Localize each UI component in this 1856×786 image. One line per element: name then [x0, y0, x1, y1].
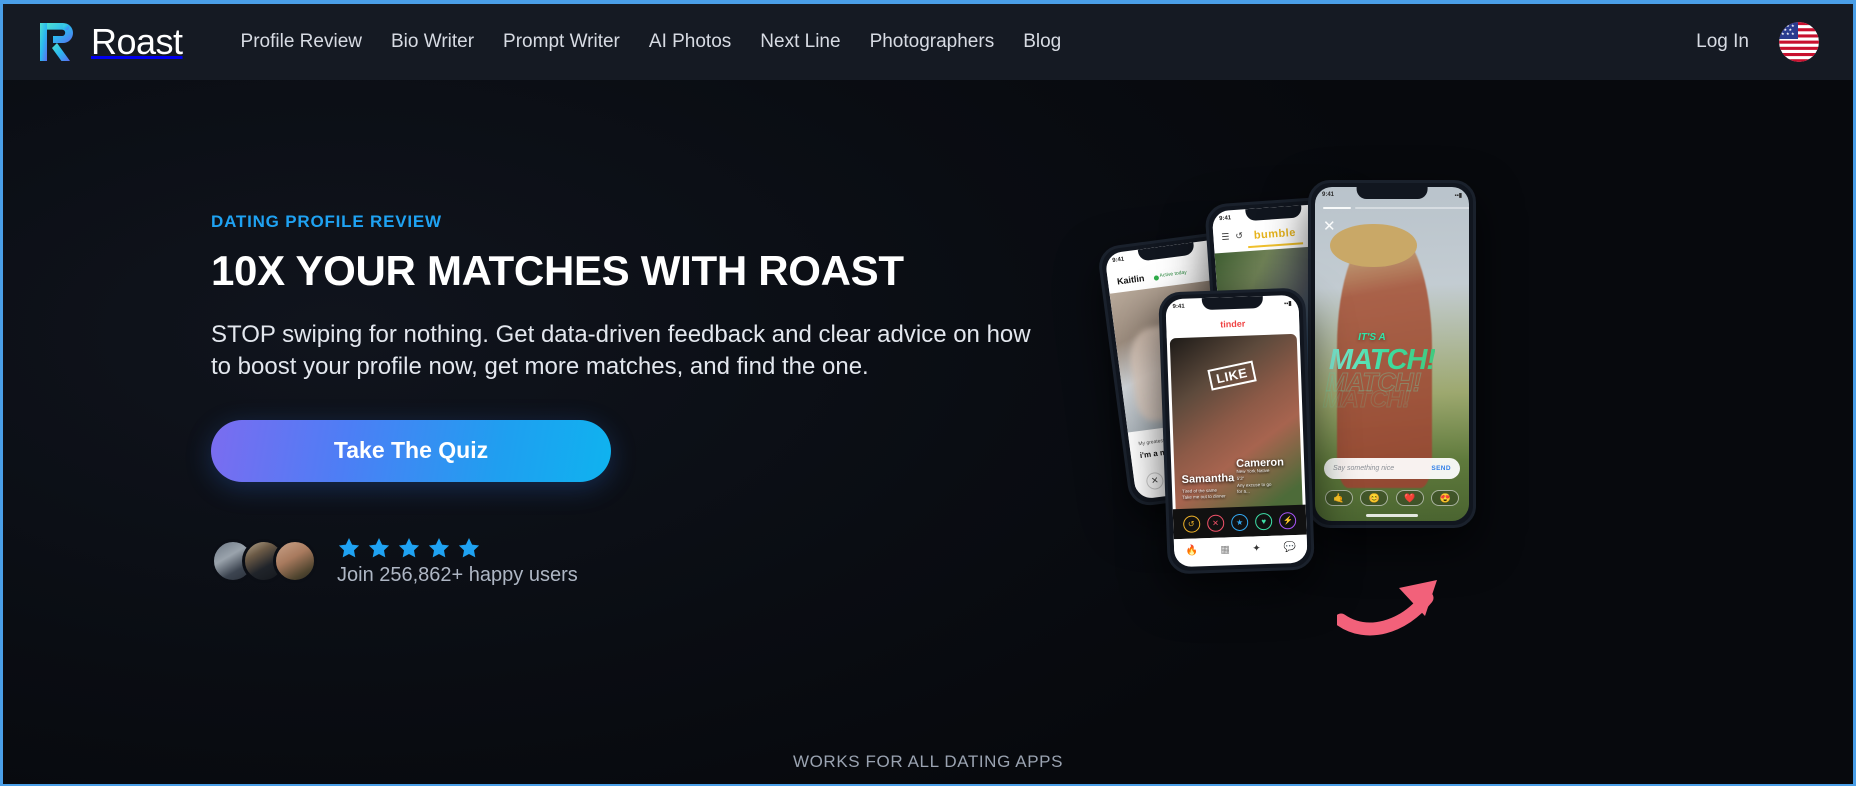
- sparkle-icon[interactable]: ✦: [1252, 543, 1261, 554]
- login-button[interactable]: Log In: [1696, 31, 1749, 53]
- nav-link-next-line[interactable]: Next Line: [760, 31, 840, 53]
- nav-link-profile-review[interactable]: Profile Review: [241, 31, 362, 53]
- brand-name: Roast: [91, 21, 183, 62]
- phone-mockups: 9:41▪▪▮ Kaitlin Active today My greatest…: [1096, 180, 1476, 610]
- tinder-profile-meta: Tired of the same Take me out to dinner: [1181, 487, 1226, 501]
- status-time: 9:41: [1322, 192, 1335, 198]
- online-dot-icon: [1153, 274, 1160, 281]
- superlike-icon[interactable]: ★: [1230, 513, 1249, 531]
- tinder-logo: tinder: [1220, 318, 1246, 330]
- avatar-group: [211, 539, 317, 584]
- reaction-icon[interactable]: ❤️: [1395, 490, 1424, 506]
- svg-text:★: ★: [1781, 31, 1785, 36]
- like-stamp: LIKE: [1207, 360, 1257, 391]
- hero-copy: DATING PROFILE REVIEW 10X YOUR MATCHES W…: [211, 212, 1051, 587]
- hero-section: DATING PROFILE REVIEW 10X YOUR MATCHES W…: [3, 80, 1853, 784]
- flame-icon[interactable]: 🔥: [1185, 545, 1198, 556]
- nav-link-photographers[interactable]: Photographers: [870, 31, 995, 53]
- message-input-placeholder: Say something nice: [1333, 465, 1395, 472]
- explore-icon[interactable]: ▦: [1220, 544, 1230, 555]
- menu-icon[interactable]: ☰: [1221, 231, 1230, 243]
- tinder-profile-meta: New York Native 5'3" Any excuse to go fo…: [1236, 467, 1272, 495]
- boost-icon[interactable]: ⚡: [1279, 511, 1297, 530]
- take-the-quiz-button[interactable]: Take The Quiz: [211, 419, 611, 482]
- nav-link-bio-writer[interactable]: Bio Writer: [391, 31, 474, 53]
- hero-subcopy: STOP swiping for nothing. Get data-drive…: [211, 321, 1031, 381]
- top-navigation-bar: Roast Profile Review Bio Writer Prompt W…: [3, 4, 1853, 80]
- close-icon[interactable]: ✕: [1323, 217, 1336, 235]
- star-icon: [428, 537, 450, 558]
- match-label: MATCH!: [1328, 343, 1436, 376]
- avatar: [273, 539, 317, 584]
- hero-eyebrow: DATING PROFILE REVIEW: [211, 212, 442, 231]
- rating-block: Join 256,862+ happy users: [337, 536, 578, 587]
- message-input-row[interactable]: Say something nice SEND: [1324, 458, 1460, 479]
- phone-mockup-tinder: 9:41 ▪▪▮ tinder LIKE Cameron New York Nat…: [1158, 287, 1315, 575]
- reaction-icon[interactable]: 😊: [1360, 490, 1389, 506]
- svg-text:★: ★: [1781, 23, 1785, 28]
- us-flag-icon[interactable]: ★ ★ ★ ★ ★ ★ ★ ★: [1779, 22, 1819, 62]
- star-icon: [398, 537, 420, 558]
- tinder-profile-name: Samantha: [1181, 472, 1235, 486]
- works-for-all-dating-apps-note: WORKS FOR ALL DATING APPS: [792, 752, 1064, 771]
- star-icon: [338, 537, 360, 558]
- reaction-icon[interactable]: 🤙: [1324, 490, 1353, 506]
- phone-mockup-match: 9:41 ▪▪▮ ✕ MATCH! MATCH! IT'S A MATCH! Sa…: [1308, 180, 1476, 528]
- roast-r-logo-icon: [40, 23, 73, 61]
- star-icon: [458, 537, 480, 558]
- bumble-logo: bumble: [1253, 226, 1297, 242]
- nav-links: Profile Review Bio Writer Prompt Writer …: [241, 31, 1062, 53]
- reaction-row: 🤙 😊 ❤️ 😍: [1321, 489, 1463, 507]
- nav-link-ai-photos[interactable]: AI Photos: [649, 31, 731, 53]
- nav-link-blog[interactable]: Blog: [1023, 31, 1061, 53]
- social-proof: Join 256,862+ happy users: [211, 536, 1051, 587]
- brand-logo-link[interactable]: Roast: [35, 19, 183, 65]
- page-title: 10X YOUR MATCHES WITH ROAST: [211, 247, 904, 294]
- curved-arrow-icon: [1337, 580, 1437, 636]
- undo-icon[interactable]: ↺: [1235, 230, 1243, 241]
- star-icon: [368, 537, 390, 558]
- svg-text:★: ★: [1791, 31, 1795, 36]
- star-rating: [337, 536, 578, 560]
- landing-page: Roast Profile Review Bio Writer Prompt W…: [3, 4, 1853, 784]
- like-icon[interactable]: ♥: [1255, 512, 1273, 530]
- happy-users-count: Join 256,862+ happy users: [337, 563, 578, 586]
- send-button[interactable]: SEND: [1431, 465, 1451, 472]
- svg-text:★: ★: [1786, 31, 1790, 36]
- nav-link-prompt-writer[interactable]: Prompt Writer: [503, 31, 620, 53]
- nav-right-group: Log In ★ ★ ★ ★ ★ ★ ★ ★: [1696, 22, 1819, 62]
- its-a-label: IT'S A: [1358, 332, 1386, 344]
- nope-icon[interactable]: ✕: [1206, 513, 1225, 532]
- rewind-icon[interactable]: ↺: [1182, 514, 1201, 533]
- reaction-icon[interactable]: 😍: [1431, 490, 1460, 506]
- chat-icon[interactable]: 💬: [1283, 542, 1296, 553]
